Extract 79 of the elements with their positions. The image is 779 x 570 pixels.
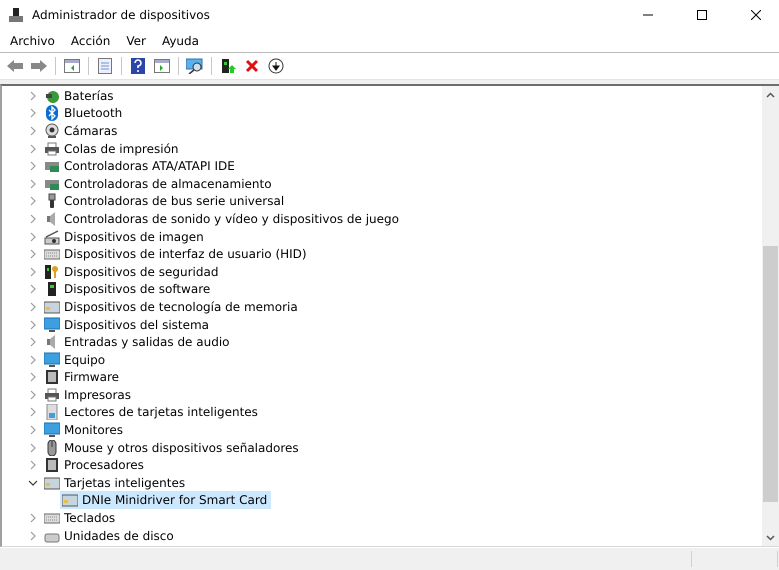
collapse-chevron-icon[interactable]	[28, 478, 38, 488]
up-caret-icon	[766, 92, 775, 98]
tree-item[interactable]: Cámaras	[42, 122, 122, 140]
tree-item[interactable]: Monitores	[42, 421, 127, 440]
tree-item[interactable]: Controladoras de almacenamiento	[42, 174, 276, 193]
tree-item[interactable]: Equipo	[42, 350, 110, 369]
expand-chevron-icon[interactable]	[28, 407, 38, 418]
tree-item[interactable]: Controladoras de bus serie universal	[42, 192, 288, 210]
expand-chevron-icon[interactable]	[28, 302, 38, 312]
key-icon	[44, 264, 60, 280]
tree-item[interactable]: Dispositivos de seguridad	[42, 262, 222, 281]
tree-item[interactable]: DNIe Minidriver for Smart Card	[60, 491, 272, 510]
tree-item[interactable]: Unidades de disco	[42, 526, 178, 545]
expand-chevron-icon[interactable]	[28, 90, 38, 101]
monitor-icon	[44, 352, 60, 368]
expand-chevron-icon[interactable]	[28, 108, 38, 118]
webcam-icon	[44, 122, 60, 139]
expand-chevron-icon[interactable]	[28, 337, 38, 348]
expand-chevron-icon[interactable]	[28, 144, 38, 154]
tree-item[interactable]: Tarjetas inteligentes	[42, 474, 190, 492]
maximize-icon	[697, 10, 707, 20]
expand-chevron-icon[interactable]	[28, 232, 38, 242]
scroll-thumb[interactable]	[763, 246, 778, 502]
expand-chevron-icon[interactable]	[28, 214, 38, 224]
expand-chevron-icon[interactable]	[28, 513, 38, 524]
expand-chevron-icon[interactable]	[28, 354, 38, 365]
expand-chevron-icon[interactable]	[28, 284, 38, 294]
printer-icon	[44, 386, 60, 403]
card-reader-icon	[44, 404, 60, 420]
bluetooth-icon	[44, 105, 60, 122]
expand-chevron-icon[interactable]	[28, 249, 38, 260]
smart-card-icon	[62, 492, 78, 508]
app-icon	[8, 7, 24, 23]
tree-item[interactable]: Dispositivos de software	[42, 280, 214, 298]
tree-item[interactable]: Lectores de tarjetas inteligentes	[42, 403, 262, 422]
expand-chevron-icon[interactable]	[28, 425, 38, 436]
tree-item[interactable]: Colas de impresión	[42, 140, 183, 158]
tree-item[interactable]: Dispositivos de imagen	[42, 228, 208, 246]
tree-item[interactable]: Teclados	[42, 509, 120, 528]
tree-item[interactable]: Firmware	[42, 368, 123, 386]
scrollbar[interactable]	[762, 86, 779, 546]
expand-chevron-icon[interactable]	[28, 161, 38, 172]
chip-icon	[44, 369, 60, 386]
tree-item[interactable]: Impresoras	[42, 386, 136, 404]
x-mark-icon	[245, 59, 259, 73]
tree-item[interactable]: Dispositivos de interfaz de usuario (HID)	[42, 245, 311, 264]
expand-chevron-icon[interactable]	[28, 126, 38, 136]
expand-chevron-icon[interactable]	[28, 442, 38, 453]
printer-icon	[44, 140, 60, 157]
tree-item[interactable]: Controladoras ATA/ATAPI IDE	[42, 157, 239, 176]
tree-item[interactable]: Mouse y otros dispositivos señaladores	[42, 438, 303, 457]
expand-chevron-icon[interactable]	[28, 266, 38, 277]
monitor-icon	[44, 422, 60, 438]
window-title: Administrador de dispositivos	[32, 8, 211, 22]
tree-item[interactable]: Procesadores	[42, 456, 148, 474]
expand-chevron-icon[interactable]	[28, 460, 38, 470]
card-icon	[44, 474, 60, 491]
menu-item[interactable]: Ayuda	[154, 34, 208, 48]
tree-item[interactable]: Entradas y salidas de audio	[42, 333, 234, 352]
expand-chevron-icon[interactable]	[28, 196, 38, 206]
chip-icon	[44, 457, 60, 474]
tree-item[interactable]: Dispositivos del sistema	[42, 316, 214, 334]
close-icon	[751, 10, 761, 20]
down-caret-icon	[766, 534, 775, 540]
tree-item[interactable]: Controladoras de sonido y vídeo y dispositivos de juego	[42, 210, 403, 228]
expand-chevron-icon[interactable]	[28, 390, 38, 400]
expand-chevron-icon[interactable]	[28, 372, 38, 382]
card-icon	[44, 298, 60, 315]
expand-chevron-icon[interactable]	[28, 178, 38, 189]
tree-item[interactable]: Dispositivos de tecnología de memoria	[42, 298, 302, 316]
menu-item[interactable]: Acción	[62, 34, 118, 48]
monitor-icon	[44, 316, 60, 333]
expand-chevron-icon[interactable]	[28, 320, 38, 330]
menu-item[interactable]: Archivo	[2, 34, 63, 48]
expand-chevron-icon[interactable]	[28, 530, 38, 541]
menu-item[interactable]: Ver	[118, 34, 154, 48]
tree-item[interactable]: Baterías	[42, 86, 118, 105]
tree-item[interactable]: Bluetooth	[42, 104, 126, 122]
scanner-icon	[44, 228, 60, 245]
